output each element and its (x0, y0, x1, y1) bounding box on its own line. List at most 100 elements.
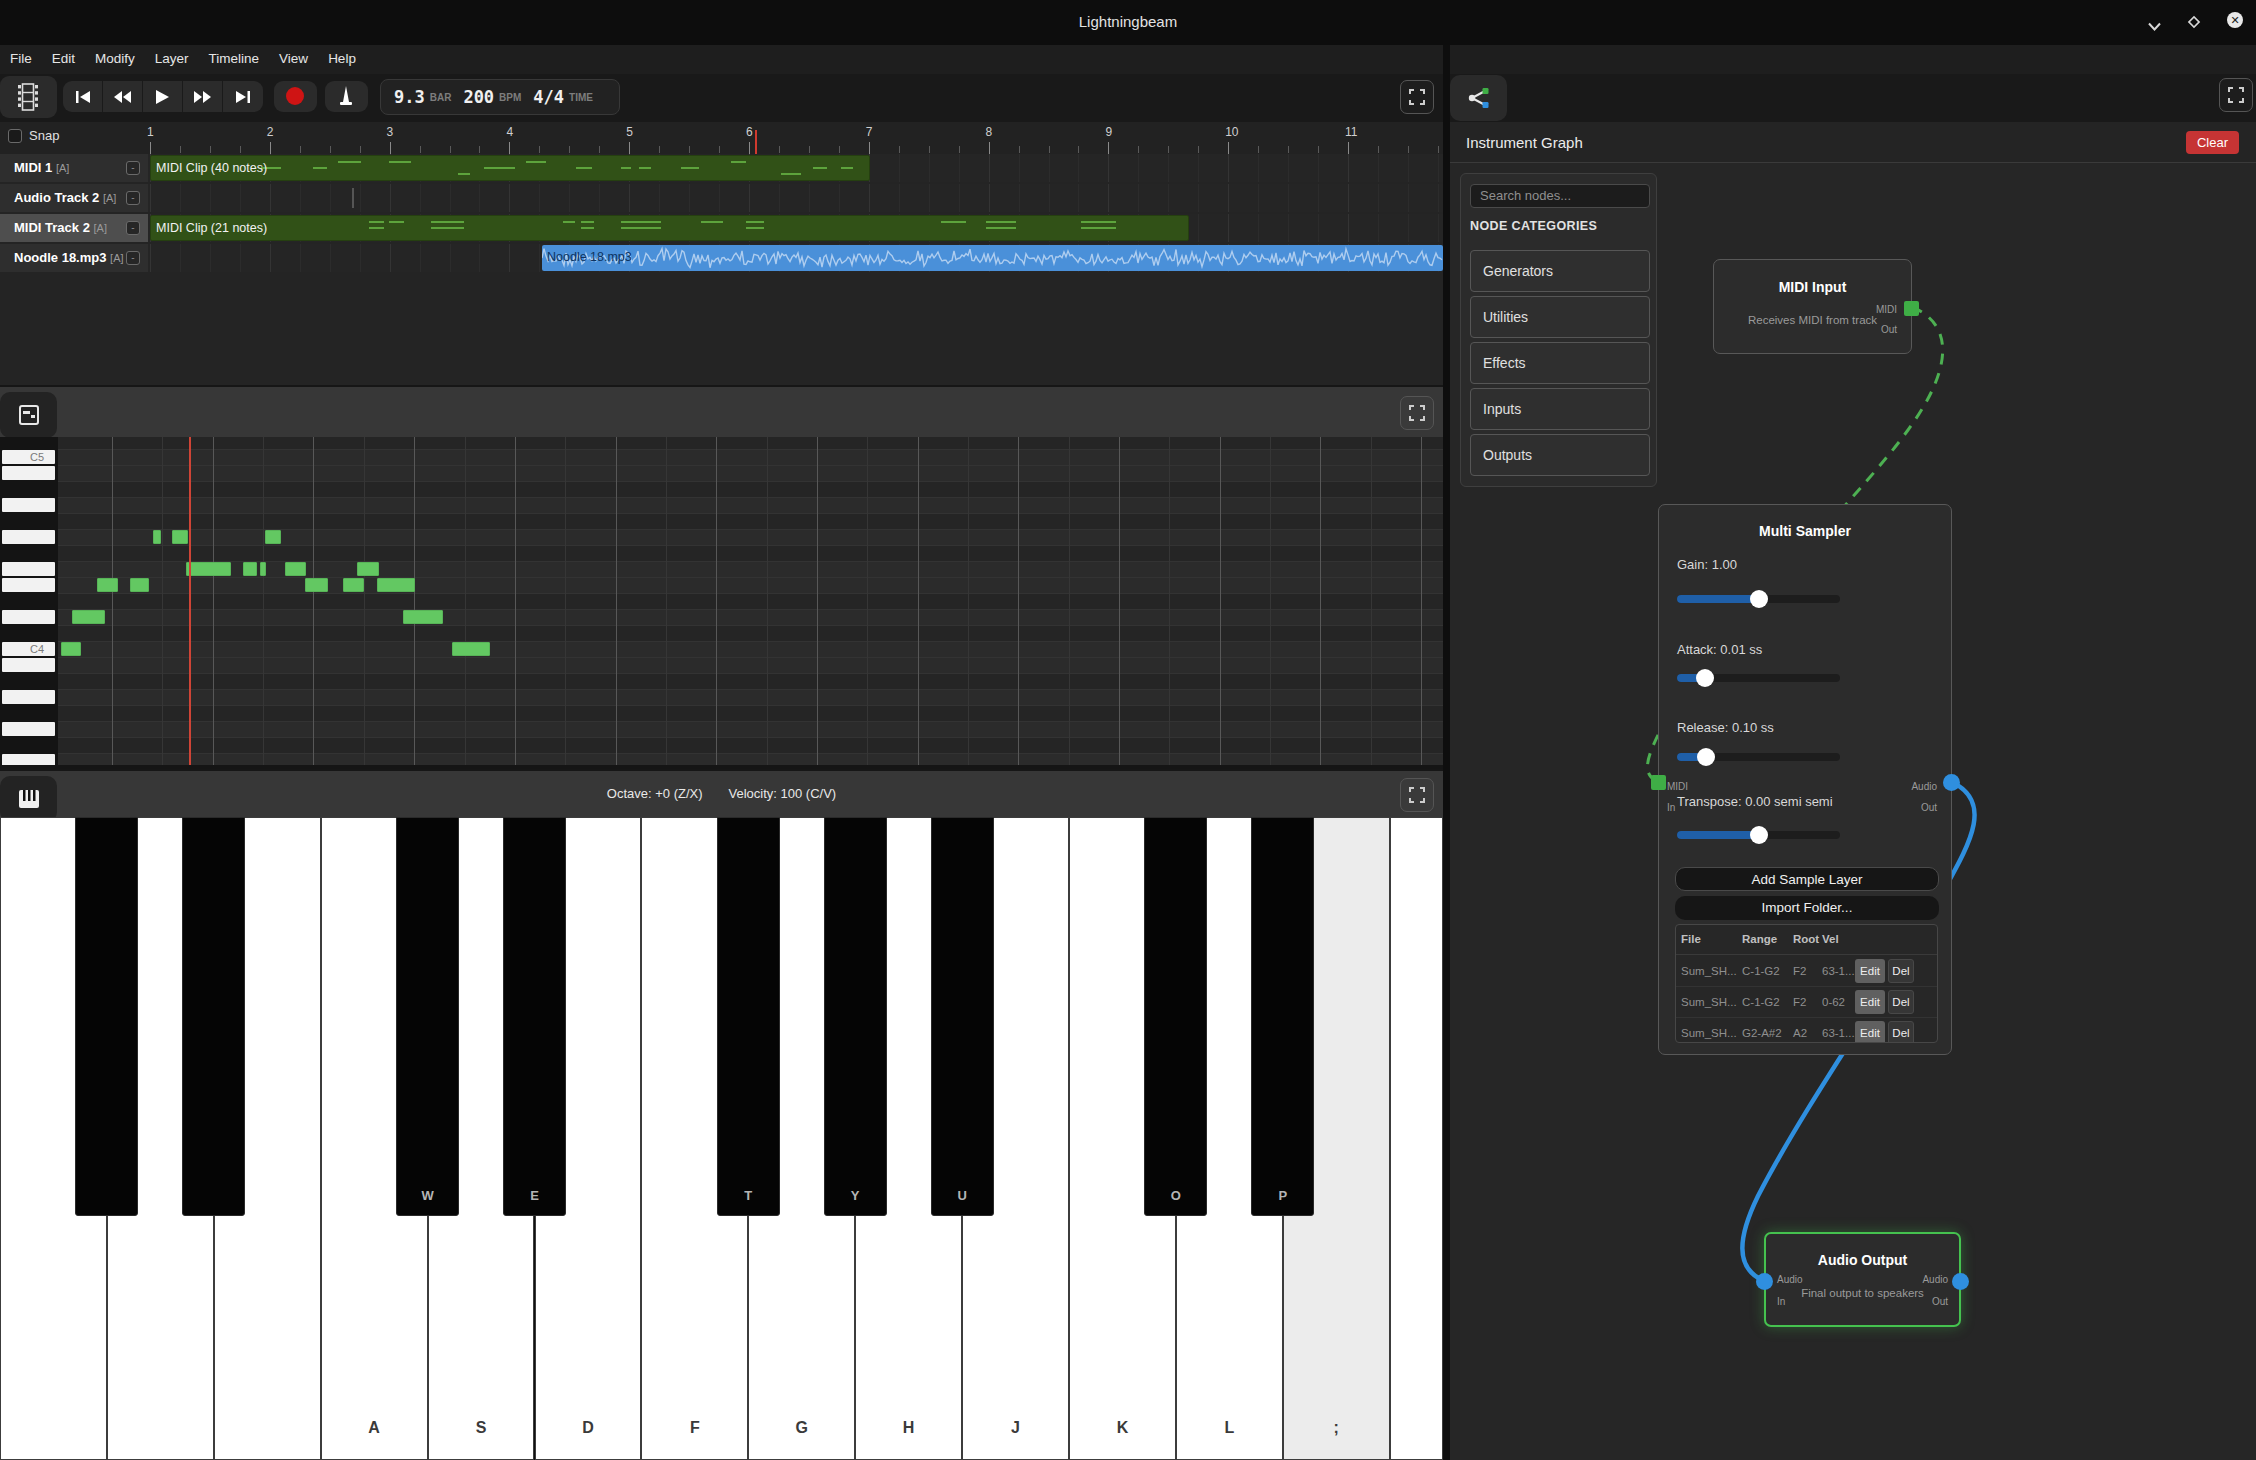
midi-clip[interactable]: MIDI Clip (40 notes) (150, 155, 870, 181)
midi-note[interactable] (186, 562, 231, 576)
audio-out-port[interactable] (1943, 774, 1960, 791)
track-header[interactable]: Noodle 18.mp3 [A]- (0, 244, 148, 272)
midi-note[interactable] (172, 530, 188, 544)
category-generators[interactable]: Generators (1470, 250, 1650, 292)
black-key[interactable]: Y (824, 817, 887, 1216)
slider-knob[interactable] (1750, 590, 1768, 608)
black-key[interactable]: U (931, 817, 994, 1216)
midi-note[interactable] (357, 562, 379, 576)
search-nodes-input[interactable]: Search nodes... (1470, 184, 1650, 208)
node-audio-output[interactable]: Audio Output Final output to speakers Au… (1764, 1232, 1961, 1327)
import-folder-button[interactable]: Import Folder... (1675, 896, 1939, 920)
play-button[interactable] (143, 81, 183, 112)
slider-knob[interactable] (1750, 826, 1768, 844)
audio-in-port[interactable] (1756, 1273, 1773, 1290)
midi-out-port[interactable] (1904, 301, 1919, 316)
graph-view-button[interactable] (1450, 75, 1507, 121)
skip-start-button[interactable] (63, 81, 103, 112)
timeline-expand-button[interactable] (1400, 80, 1434, 114)
param-slider[interactable] (1677, 753, 1840, 761)
node-midi-input[interactable]: MIDI Input Receives MIDI from track MIDI… (1713, 259, 1912, 354)
audio-out-port[interactable] (1952, 1273, 1969, 1290)
midi-note[interactable] (97, 578, 118, 592)
midi-note[interactable] (377, 578, 415, 592)
midi-clip[interactable]: MIDI Clip (21 notes) (150, 215, 1189, 241)
del-button[interactable]: Del (1888, 990, 1914, 1014)
midi-note[interactable] (243, 562, 257, 576)
black-key[interactable] (182, 817, 245, 1216)
black-key[interactable]: O (1144, 817, 1207, 1216)
edit-button[interactable]: Edit (1855, 990, 1885, 1014)
piano-roll-expand-button[interactable] (1400, 396, 1434, 430)
midi-note[interactable] (260, 562, 266, 576)
track-mute-checkbox[interactable]: - (126, 251, 140, 265)
category-inputs[interactable]: Inputs (1470, 388, 1650, 430)
track-header[interactable]: Audio Track 2 [A]- (0, 184, 148, 212)
menu-file[interactable]: File (0, 45, 42, 74)
black-key[interactable]: T (717, 817, 780, 1216)
midi-note[interactable] (403, 610, 443, 624)
close-icon[interactable]: ✕ (2227, 12, 2243, 28)
track-header[interactable]: MIDI Track 2 [A]- (0, 214, 148, 242)
del-button[interactable]: Del (1888, 1021, 1914, 1043)
menu-timeline[interactable]: Timeline (199, 45, 270, 74)
del-button[interactable]: Del (1888, 959, 1914, 983)
track-mute-checkbox[interactable]: - (126, 221, 140, 235)
category-utilities[interactable]: Utilities (1470, 296, 1650, 338)
track-lane[interactable]: MIDI Clip (21 notes) (148, 214, 1443, 242)
piano-roll-mode-button[interactable] (0, 392, 57, 438)
track-header[interactable]: MIDI 1 [A]- (0, 154, 148, 182)
track-lane[interactable] (148, 184, 1443, 212)
menu-view[interactable]: View (269, 45, 318, 74)
minimize-icon[interactable] (2148, 17, 2161, 34)
param-slider[interactable] (1677, 595, 1840, 603)
white-key[interactable] (1390, 817, 1443, 1460)
track-mute-checkbox[interactable]: - (126, 191, 140, 205)
slider-knob[interactable] (1696, 669, 1714, 687)
midi-note[interactable] (153, 530, 161, 544)
midi-note[interactable] (343, 578, 364, 592)
midi-note[interactable] (61, 642, 81, 656)
param-slider[interactable] (1677, 674, 1840, 682)
snap-checkbox[interactable] (8, 129, 22, 143)
track-mute-checkbox[interactable]: - (126, 161, 140, 175)
black-key[interactable]: E (503, 817, 566, 1216)
menu-help[interactable]: Help (318, 45, 366, 74)
category-effects[interactable]: Effects (1470, 342, 1650, 384)
midi-note[interactable] (285, 562, 306, 576)
maximize-icon[interactable] (2187, 15, 2201, 32)
midi-note[interactable] (452, 642, 490, 656)
track-lane[interactable]: MIDI Clip (40 notes) (148, 154, 1443, 182)
rewind-button[interactable] (103, 81, 143, 112)
edit-button[interactable]: Edit (1855, 1021, 1885, 1043)
add-sample-layer-button[interactable]: Add Sample Layer (1675, 867, 1939, 891)
audio-clip[interactable]: Noodle 18.mp3 (542, 245, 1443, 271)
graph-canvas[interactable]: Search nodes... NODE CATEGORIES Generato… (1450, 163, 2256, 1460)
timeline-ruler[interactable]: Snap 1234567891011 (0, 122, 1443, 154)
menu-modify[interactable]: Modify (85, 45, 145, 74)
graph-expand-button[interactable] (2219, 78, 2253, 112)
slider-knob[interactable] (1697, 748, 1715, 766)
metronome-button[interactable] (325, 81, 368, 112)
menu-layer[interactable]: Layer (145, 45, 199, 74)
node-multi-sampler[interactable]: Multi Sampler MIDI In Audio Out Add Samp… (1658, 504, 1952, 1055)
menu-edit[interactable]: Edit (42, 45, 85, 74)
fast-forward-button[interactable] (183, 81, 223, 112)
keyboard-expand-button[interactable] (1400, 778, 1434, 812)
media-library-button[interactable] (0, 76, 57, 118)
black-key[interactable] (75, 817, 138, 1216)
midi-in-port[interactable] (1651, 775, 1666, 790)
param-slider[interactable] (1677, 831, 1840, 839)
black-key[interactable]: W (396, 817, 459, 1216)
midi-note[interactable] (305, 578, 328, 592)
edit-button[interactable]: Edit (1855, 959, 1885, 983)
track-lane[interactable]: Noodle 18.mp3 (148, 244, 1443, 272)
roll-playhead[interactable] (189, 437, 191, 765)
panel-divider[interactable] (1443, 45, 1450, 1460)
clear-button[interactable]: Clear (2186, 131, 2239, 154)
black-key[interactable]: P (1251, 817, 1314, 1216)
midi-note[interactable] (265, 530, 281, 544)
timeline-playhead[interactable] (755, 130, 757, 154)
skip-end-button[interactable] (223, 81, 263, 112)
midi-note[interactable] (130, 578, 149, 592)
